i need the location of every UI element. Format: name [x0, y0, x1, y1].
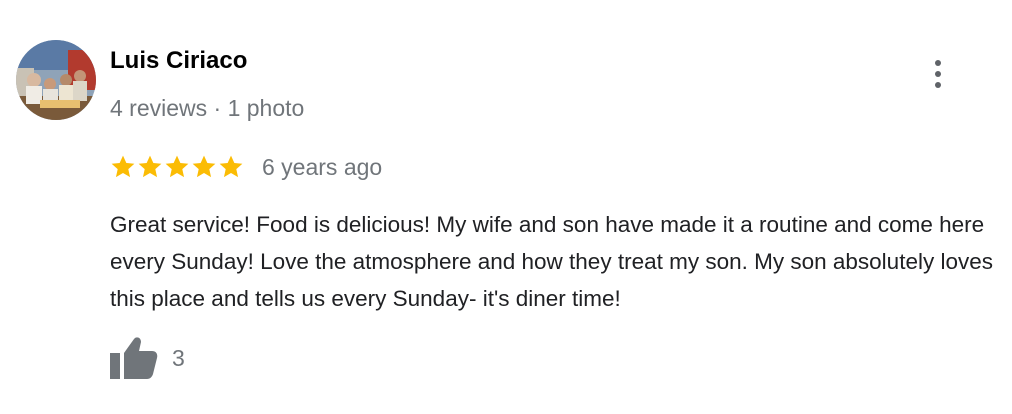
thumbs-up-icon	[110, 336, 158, 380]
review-date: 6 years ago	[262, 154, 383, 180]
star-icon	[191, 154, 217, 180]
more-vert-icon-dot	[935, 71, 941, 77]
star-icon	[164, 154, 190, 180]
star-rating	[110, 154, 244, 180]
rating-row: 6 years ago	[110, 152, 382, 182]
star-icon	[218, 154, 244, 180]
like-row: 3	[110, 336, 185, 380]
author-meta: 4 reviews · 1 photo	[110, 95, 305, 121]
review-text: Great service! Food is delicious! My wif…	[110, 212, 993, 311]
author-name[interactable]: Luis Ciriaco	[110, 46, 247, 76]
more-vert-icon-dot	[935, 82, 941, 88]
more-options-button[interactable]	[922, 54, 954, 94]
author-avatar[interactable]	[16, 40, 96, 120]
more-vert-icon	[935, 60, 941, 66]
like-count: 3	[172, 345, 185, 371]
star-icon	[110, 154, 136, 180]
review-card: Luis Ciriaco 4 reviews · 1 photo 6 years…	[0, 0, 1012, 414]
star-icon	[137, 154, 163, 180]
like-button[interactable]	[110, 336, 158, 380]
avatar-photo	[16, 40, 96, 120]
